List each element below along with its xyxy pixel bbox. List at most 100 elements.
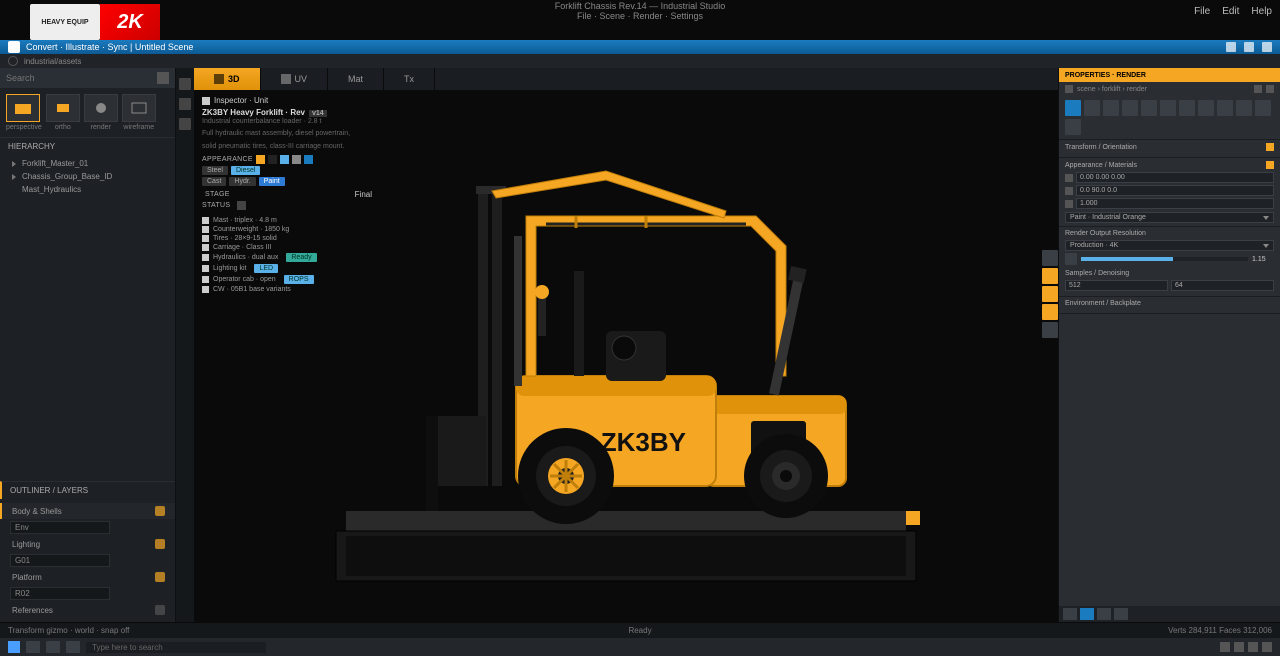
mode-btn-icon[interactable] (1160, 100, 1176, 116)
color-swatch[interactable] (256, 155, 265, 164)
mode-btn-icon[interactable] (1065, 100, 1081, 116)
taskbar-app-icon[interactable] (66, 641, 80, 653)
taskbar-search[interactable]: Type here to search (86, 642, 266, 653)
samples-header: Samples / Denoising (1065, 270, 1129, 277)
rail-btn-icon[interactable] (1042, 268, 1058, 284)
rail-btn-icon[interactable] (1042, 322, 1058, 338)
rail-btn-icon[interactable] (1042, 286, 1058, 302)
tool-rotate-icon[interactable] (179, 98, 191, 110)
start-button-icon[interactable] (8, 641, 20, 653)
taskbar-app-icon[interactable] (26, 641, 40, 653)
mode-btn-icon[interactable] (1084, 100, 1100, 116)
scale-input[interactable]: 1.000 (1076, 198, 1274, 209)
color-swatch[interactable] (268, 155, 277, 164)
panel-tab-icon[interactable] (1114, 608, 1128, 620)
pin-icon[interactable] (1266, 161, 1274, 169)
mode-btn-icon[interactable] (1122, 100, 1138, 116)
ribbon-bar: Convert · Illustrate · Sync | Untitled S… (0, 40, 1280, 54)
layer-row[interactable]: Lighting (0, 536, 175, 552)
search-icon[interactable] (157, 72, 169, 84)
tab-3d[interactable]: 3D (194, 68, 261, 90)
menu-help[interactable]: Help (1251, 6, 1272, 17)
rotation-input[interactable]: 0.0 90.0 0.0 (1076, 185, 1274, 196)
panel-tab-icon[interactable] (1097, 608, 1111, 620)
tab-uv[interactable]: UV (261, 68, 329, 90)
taskbar-app-icon[interactable] (46, 641, 60, 653)
close-icon[interactable] (1266, 85, 1274, 93)
panel-tab-icon[interactable] (1080, 608, 1094, 620)
visibility-icon[interactable] (155, 539, 165, 549)
color-swatch[interactable] (304, 155, 313, 164)
color-swatch[interactable] (280, 155, 289, 164)
tray-icon[interactable] (1220, 642, 1230, 652)
stage-label: STAGE (205, 191, 230, 198)
material-chip[interactable]: Paint (259, 177, 285, 186)
layer-row[interactable]: Body & Shells (0, 503, 175, 519)
view-thumb-render[interactable] (84, 94, 118, 122)
checkbox-icon[interactable] (202, 97, 210, 105)
mode-btn-icon[interactable] (1236, 100, 1252, 116)
color-swatch[interactable] (292, 155, 301, 164)
tool-move-icon[interactable] (179, 78, 191, 90)
material-chip[interactable]: Hydr. (229, 177, 255, 186)
mode-btn-icon[interactable] (1198, 100, 1214, 116)
material-chip[interactable]: Steel (202, 166, 228, 175)
tray-icon[interactable] (1262, 642, 1272, 652)
layer-input[interactable] (10, 521, 110, 534)
rail-btn-icon[interactable] (1042, 250, 1058, 266)
mode-btn-icon[interactable] (1255, 100, 1271, 116)
tab-tx[interactable]: Tx (384, 68, 435, 90)
position-input[interactable]: 0.00 0.00 0.00 (1076, 172, 1274, 183)
app-icon[interactable] (8, 41, 20, 53)
status-swatch (237, 201, 246, 210)
exposure-slider[interactable]: 1.15 (1065, 251, 1274, 267)
view-thumb-wire[interactable] (122, 94, 156, 122)
rail-btn-icon[interactable] (1042, 304, 1058, 320)
mode-btn-icon[interactable] (1217, 100, 1233, 116)
material-dropdown[interactable]: Paint · Industrial Orange (1065, 212, 1274, 223)
render-preset-dropdown[interactable]: Production · 4K (1065, 240, 1274, 251)
pin-icon[interactable] (1266, 143, 1274, 151)
tree-node[interactable]: Chassis_Group_Base_ID (0, 170, 175, 183)
pin-icon[interactable] (1254, 85, 1262, 93)
layer-row[interactable]: Platform (0, 569, 175, 585)
tree-node[interactable]: Mast_Hydraulics (0, 183, 175, 196)
thumb-label: perspective (6, 124, 42, 131)
tool-scale-icon[interactable] (179, 118, 191, 130)
panel-tab-icon[interactable] (1063, 608, 1077, 620)
visibility-icon[interactable] (155, 605, 165, 615)
twisty-icon[interactable] (12, 161, 18, 167)
ribbon-tool-3-icon[interactable] (1262, 42, 1272, 52)
mode-btn-icon[interactable] (1103, 100, 1119, 116)
ribbon-tool-2-icon[interactable] (1244, 42, 1254, 52)
forklift-model[interactable]: ZK3BY (286, 116, 966, 596)
tray-icon[interactable] (1234, 642, 1244, 652)
twisty-icon[interactable] (12, 174, 18, 180)
view-thumb-perspective[interactable] (6, 94, 40, 122)
chevron-down-icon (1263, 244, 1269, 248)
tree-node[interactable]: Forklift_Master_01 (0, 157, 175, 170)
spec-item: Lighting kitLED (202, 263, 372, 274)
mode-btn-icon[interactable] (1179, 100, 1195, 116)
layer-row[interactable]: References (0, 602, 175, 618)
samples-min-input[interactable]: 64 (1171, 280, 1274, 291)
ribbon-tool-1-icon[interactable] (1226, 42, 1236, 52)
tab-mat[interactable]: Mat (328, 68, 384, 90)
badge-logo: HEAVY EQUIP (30, 4, 100, 40)
visibility-icon[interactable] (155, 506, 165, 516)
visibility-icon[interactable] (155, 572, 165, 582)
tray-icon[interactable] (1248, 642, 1258, 652)
menu-file[interactable]: File (1194, 6, 1210, 17)
view-thumb-ortho[interactable] (46, 94, 80, 122)
samples-max-input[interactable]: 512 (1065, 280, 1168, 291)
material-chip[interactable]: Cast (202, 177, 226, 186)
search-input[interactable] (6, 73, 86, 83)
material-chip[interactable]: Diesel (231, 166, 260, 175)
mode-btn-icon[interactable] (1065, 119, 1081, 135)
os-taskbar: Type here to search (0, 638, 1280, 656)
layer-input[interactable] (10, 554, 110, 567)
mode-btn-icon[interactable] (1141, 100, 1157, 116)
asset-desc: solid pneumatic tires, class-III carriag… (202, 143, 372, 151)
menu-edit[interactable]: Edit (1222, 6, 1239, 17)
layer-input[interactable] (10, 587, 110, 600)
